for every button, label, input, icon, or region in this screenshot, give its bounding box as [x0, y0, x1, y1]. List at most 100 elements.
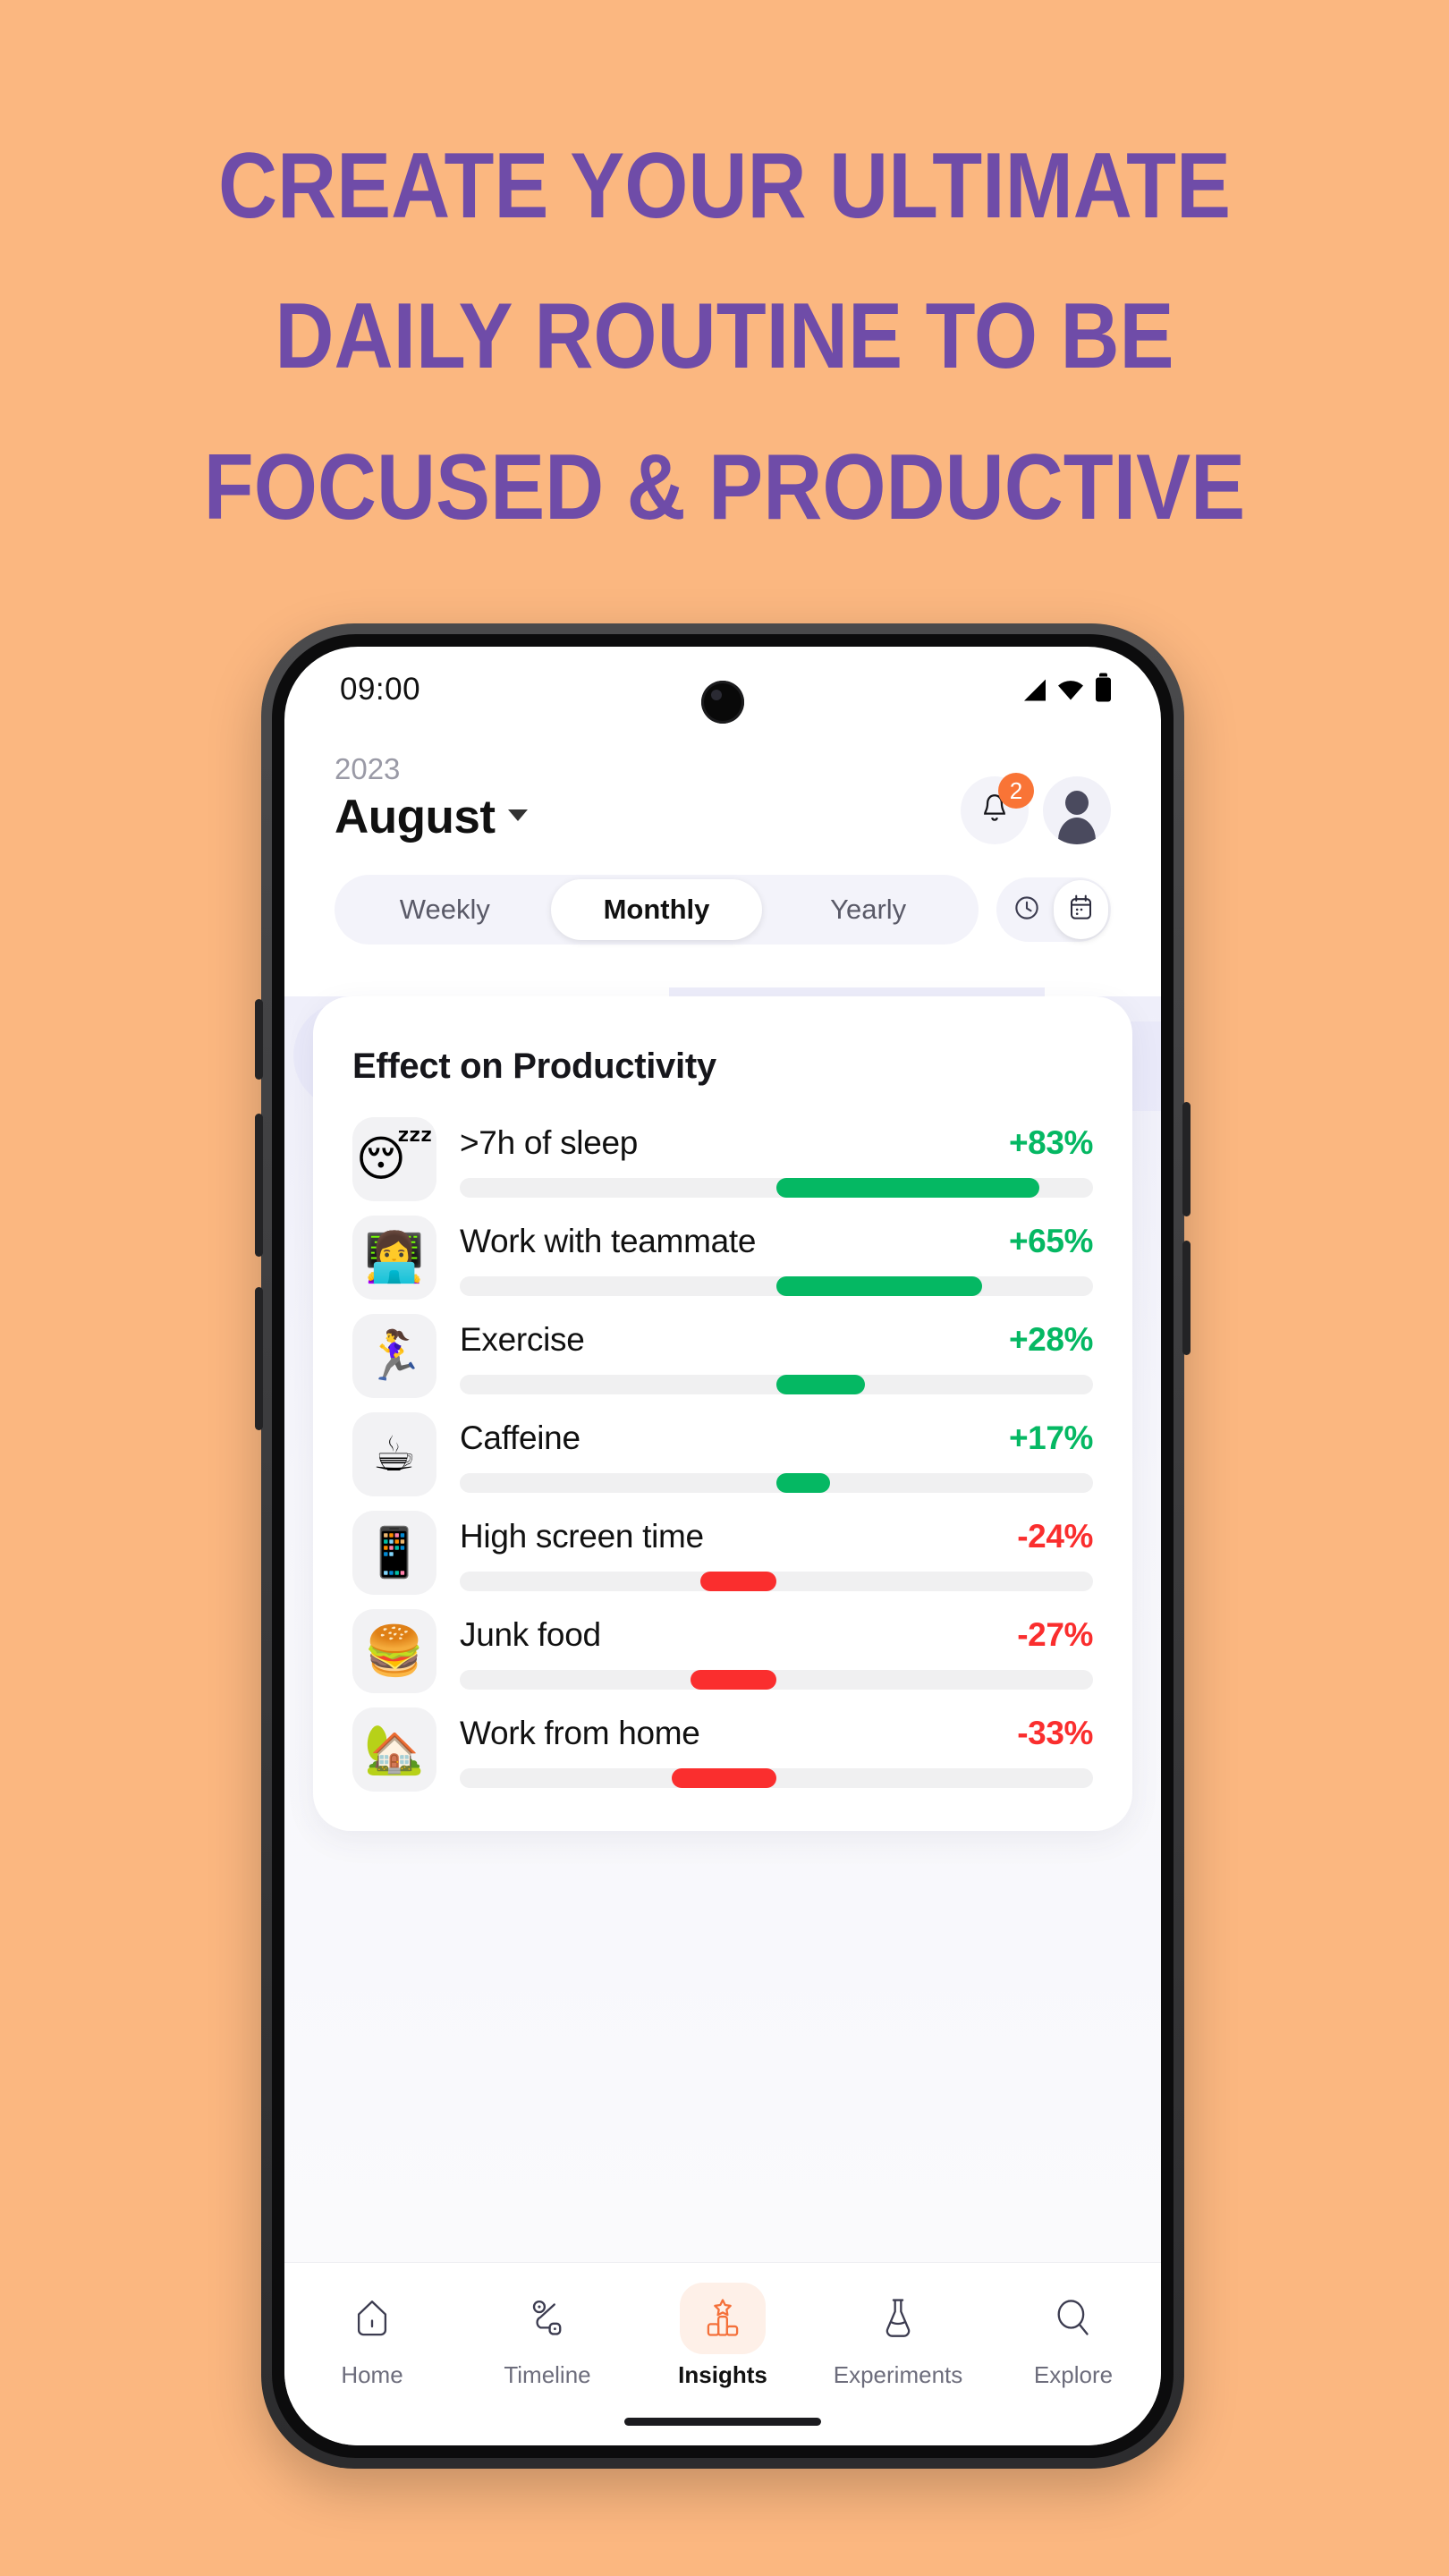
chevron-down-icon	[507, 809, 528, 821]
productivity-row[interactable]: 🍔 Junk food -27%	[352, 1609, 1093, 1693]
status-time: 09:00	[340, 672, 421, 707]
row-header: High screen time -24%	[460, 1518, 1093, 1555]
effect-on-productivity-card: Effect on Productivity 😴 >7h of sleep +83%…	[313, 996, 1132, 1831]
habit-label: Work from home	[460, 1715, 700, 1751]
habit-bar-track	[460, 1473, 1093, 1493]
row-content: Exercise +28%	[460, 1314, 1093, 1394]
home-icon	[329, 2283, 415, 2354]
phone-button-volume-dn[interactable]	[255, 1287, 263, 1430]
period-tabs-row: Weekly Monthly Yearly	[284, 844, 1161, 945]
habit-value: +17%	[1008, 1419, 1093, 1456]
insights-icon	[680, 2283, 766, 2354]
productivity-row[interactable]: 👩‍💻 Work with teammate +65%	[352, 1216, 1093, 1300]
row-header: >7h of sleep +83%	[460, 1124, 1093, 1162]
habit-emoji-icon: 🍔	[352, 1609, 436, 1693]
notification-badge: 2	[998, 773, 1034, 809]
clock-view-button[interactable]	[999, 880, 1054, 939]
phone-button-extra[interactable]	[1182, 1241, 1191, 1355]
habit-bar-track	[460, 1178, 1093, 1198]
timeline-icon	[504, 2283, 590, 2354]
status-bar: 09:00	[284, 647, 1161, 733]
nav-item-insights[interactable]: Insights	[635, 2283, 810, 2389]
avatar-head	[1065, 791, 1089, 815]
habit-emoji-icon: 😴	[352, 1117, 436, 1201]
calendar-icon	[1068, 894, 1094, 926]
phone-screen: 09:00 2023 August 2 Weekly Monthly Yearl…	[284, 647, 1161, 2445]
habit-bar-track	[460, 1572, 1093, 1591]
row-content: Junk food -27%	[460, 1609, 1093, 1690]
headline-line-1: CREATE YOUR ULTIMATE	[217, 134, 1232, 238]
nav-item-experiments[interactable]: Experiments	[810, 2283, 986, 2389]
phone-button-volume-up[interactable]	[255, 1114, 263, 1257]
habit-emoji-icon: ☕	[352, 1412, 436, 1496]
habit-label: Work with teammate	[460, 1223, 757, 1259]
row-header: Work with teammate +65%	[460, 1223, 1093, 1260]
habit-label: Caffeine	[460, 1419, 580, 1456]
phone-bezel: 09:00 2023 August 2 Weekly Monthly Yearl…	[272, 634, 1174, 2458]
month-dropdown[interactable]: August	[335, 790, 528, 844]
front-camera	[701, 681, 744, 724]
nav-label-home: Home	[341, 2361, 403, 2388]
habit-bar-track	[460, 1375, 1093, 1394]
tab-weekly[interactable]: Weekly	[339, 879, 551, 940]
habit-bar-track	[460, 1670, 1093, 1690]
period-segmented-control: Weekly Monthly Yearly	[335, 875, 979, 945]
row-header: Caffeine +17%	[460, 1419, 1093, 1457]
productivity-row[interactable]: 🏃‍♀️ Exercise +28%	[352, 1314, 1093, 1398]
promo-headline: CREATE YOUR ULTIMATE DAILY ROUTINE TO BE…	[87, 111, 1362, 563]
habit-value: -27%	[1017, 1616, 1093, 1653]
headline-line-3: FOCUSED & PRODUCTIVE	[203, 435, 1246, 539]
date-selector[interactable]: 2023 August	[335, 752, 528, 844]
nav-item-timeline[interactable]: Timeline	[460, 2283, 635, 2389]
habit-label: Exercise	[460, 1321, 585, 1358]
habit-emoji-icon: 🏃‍♀️	[352, 1314, 436, 1398]
nav-label-insights: Insights	[678, 2361, 767, 2388]
status-icons	[1024, 673, 1111, 702]
header-actions: 2	[961, 773, 1111, 844]
row-content: Caffeine +17%	[460, 1412, 1093, 1493]
nav-item-home[interactable]: Home	[284, 2283, 460, 2389]
habit-bar-fill	[776, 1276, 983, 1296]
row-header: Work from home -33%	[460, 1715, 1093, 1752]
row-content: Work from home -33%	[460, 1707, 1093, 1788]
phone-button-power[interactable]	[1182, 1102, 1191, 1216]
habit-value: -24%	[1017, 1518, 1093, 1555]
nav-label-timeline: Timeline	[504, 2361, 591, 2388]
habit-label: High screen time	[460, 1518, 704, 1555]
row-content: >7h of sleep +83%	[460, 1117, 1093, 1198]
habit-bar-fill	[776, 1178, 1039, 1198]
tab-yearly[interactable]: Yearly	[762, 879, 974, 940]
habit-bar-track	[460, 1276, 1093, 1296]
habit-bar-fill	[776, 1473, 831, 1493]
habit-value: +83%	[1008, 1124, 1093, 1161]
explore-icon	[1030, 2283, 1116, 2354]
row-header: Exercise +28%	[460, 1321, 1093, 1359]
calendar-view-button[interactable]	[1054, 880, 1108, 939]
productivity-row[interactable]: 😴 >7h of sleep +83%	[352, 1117, 1093, 1201]
habit-emoji-icon: 👩‍💻	[352, 1216, 436, 1300]
clock-icon	[1013, 894, 1040, 926]
productivity-row[interactable]: 🏡 Work from home -33%	[352, 1707, 1093, 1792]
notifications-button[interactable]: 2	[961, 773, 1034, 844]
avatar[interactable]	[1043, 776, 1111, 844]
row-content: High screen time -24%	[460, 1511, 1093, 1591]
productivity-row[interactable]: ☕ Caffeine +17%	[352, 1412, 1093, 1496]
habit-label: Junk food	[460, 1616, 601, 1653]
habit-bar-fill	[672, 1768, 776, 1788]
habit-emoji-icon: 📱	[352, 1511, 436, 1595]
avatar-body	[1058, 818, 1096, 844]
phone-button-mute[interactable]	[255, 999, 263, 1080]
habit-bar-fill	[691, 1670, 776, 1690]
nav-item-explore[interactable]: Explore	[986, 2283, 1161, 2389]
nav-label-experiments: Experiments	[833, 2361, 963, 2388]
habit-emoji-icon: 🏡	[352, 1707, 436, 1792]
phone-mockup: 09:00 2023 August 2 Weekly Monthly Yearl…	[255, 623, 1191, 2469]
header-year: 2023	[335, 752, 401, 785]
view-toggle	[996, 877, 1111, 942]
habit-bar-track	[460, 1768, 1093, 1788]
wifi-icon	[1057, 679, 1084, 700]
tab-monthly[interactable]: Monthly	[550, 879, 763, 940]
row-content: Work with teammate +65%	[460, 1216, 1093, 1296]
signal-icon	[1024, 679, 1046, 700]
productivity-row[interactable]: 📱 High screen time -24%	[352, 1511, 1093, 1595]
